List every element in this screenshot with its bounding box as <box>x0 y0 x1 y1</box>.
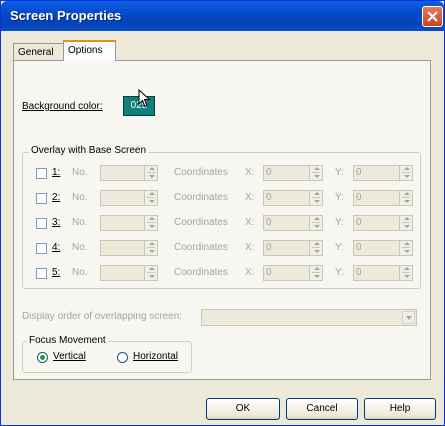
overlay-5-no-label: No. <box>72 267 88 278</box>
overlay-4-coord-label: Coordinates <box>174 242 228 253</box>
overlay-1-y-field[interactable]: 0 <box>353 165 413 181</box>
overlay-1-no-spinner[interactable] <box>144 166 157 180</box>
overlay-5-no-field[interactable] <box>100 265 158 281</box>
overlay-3-x-field[interactable]: 0 <box>263 215 323 231</box>
overlay-5-y-field[interactable]: 0 <box>353 265 413 281</box>
close-icon <box>427 11 438 22</box>
overlay-4-x-label: X: <box>245 242 255 253</box>
overlay-4-y-spinner[interactable] <box>399 241 412 255</box>
overlay-2-no-field[interactable] <box>100 190 158 206</box>
overlay-4-number: 4: <box>52 242 61 253</box>
overlay-3-x-label: X: <box>245 217 255 228</box>
overlay-1-number: 1: <box>52 167 61 178</box>
tab-options[interactable]: Options <box>63 40 116 61</box>
overlay-5-y-label: Y: <box>335 267 344 278</box>
window-title: Screen Properties <box>10 8 122 23</box>
focus-movement-title: Focus Movement <box>27 335 108 346</box>
overlay-3-y-value: 0 <box>356 217 362 228</box>
overlay-3-y-field[interactable]: 0 <box>353 215 413 231</box>
overlay-3-coord-label: Coordinates <box>174 217 228 228</box>
focus-horizontal-label: Horizontal <box>133 351 179 362</box>
overlay-5-x-field[interactable]: 0 <box>263 265 323 281</box>
overlay-1-y-value: 0 <box>356 167 362 178</box>
overlay-2-no-spinner[interactable] <box>144 191 157 205</box>
overlay-1-y-label: Y: <box>335 167 344 178</box>
help-button[interactable]: Help <box>364 398 436 420</box>
overlay-2-y-value: 0 <box>356 192 362 203</box>
overlay-2-x-value: 0 <box>266 192 272 203</box>
focus-horizontal-radio[interactable] <box>117 352 128 363</box>
overlay-1-x-label: X: <box>245 167 255 178</box>
overlay-4-x-spinner[interactable] <box>309 241 322 255</box>
overlay-3-x-spinner[interactable] <box>309 216 322 230</box>
overlay-4-y-label: Y: <box>335 242 344 253</box>
overlay-4-no-field[interactable] <box>100 240 158 256</box>
ok-button[interactable]: OK <box>206 398 280 420</box>
overlay-2-x-spinner[interactable] <box>309 191 322 205</box>
overlay-4-x-value: 0 <box>266 242 272 253</box>
overlay-5-checkbox[interactable] <box>36 268 47 279</box>
overlay-1-y-spinner[interactable] <box>399 166 412 180</box>
focus-vertical-label: Vertical <box>53 351 86 362</box>
overlay-2-y-field[interactable]: 0 <box>353 190 413 206</box>
overlay-2-no-label: No. <box>72 192 88 203</box>
overlay-5-number: 5: <box>52 267 61 278</box>
tab-general[interactable]: General <box>13 43 64 61</box>
overlay-1-x-value: 0 <box>266 167 272 178</box>
display-order-dropdown[interactable] <box>201 309 417 326</box>
overlay-3-y-spinner[interactable] <box>399 216 412 230</box>
overlay-1-checkbox[interactable] <box>36 168 47 179</box>
overlay-1-no-label: No. <box>72 167 88 178</box>
overlay-5-no-spinner[interactable] <box>144 266 157 280</box>
mouse-cursor-icon <box>138 89 151 108</box>
overlay-3-no-spinner[interactable] <box>144 216 157 230</box>
overlay-2-x-label: X: <box>245 192 255 203</box>
overlay-1-x-field[interactable]: 0 <box>263 165 323 181</box>
overlay-5-coord-label: Coordinates <box>174 267 228 278</box>
overlay-group-title: Overlay with Base Screen <box>29 145 149 156</box>
display-order-label: Display order of overlapping screen: <box>22 311 183 322</box>
overlay-2-y-spinner[interactable] <box>399 191 412 205</box>
background-color-label: Background color: <box>22 101 103 112</box>
overlay-2-number: 2: <box>52 192 61 203</box>
overlay-3-no-field[interactable] <box>100 215 158 231</box>
overlay-1-coord-label: Coordinates <box>174 167 228 178</box>
overlay-2-x-field[interactable]: 0 <box>263 190 323 206</box>
overlay-3-no-label: No. <box>72 217 88 228</box>
overlay-5-y-spinner[interactable] <box>399 266 412 280</box>
overlay-4-x-field[interactable]: 0 <box>263 240 323 256</box>
overlay-5-x-value: 0 <box>266 267 272 278</box>
overlay-4-y-field[interactable]: 0 <box>353 240 413 256</box>
overlay-1-x-spinner[interactable] <box>309 166 322 180</box>
overlay-5-x-spinner[interactable] <box>309 266 322 280</box>
overlay-2-coord-label: Coordinates <box>174 192 228 203</box>
overlay-1-no-field[interactable] <box>100 165 158 181</box>
overlay-4-no-label: No. <box>72 242 88 253</box>
overlay-4-checkbox[interactable] <box>36 243 47 254</box>
close-button[interactable] <box>422 6 443 27</box>
overlay-3-y-label: Y: <box>335 217 344 228</box>
overlay-5-y-value: 0 <box>356 267 362 278</box>
overlay-3-checkbox[interactable] <box>36 218 47 229</box>
overlay-4-no-spinner[interactable] <box>144 241 157 255</box>
cancel-button[interactable]: Cancel <box>286 398 358 420</box>
chevron-down-icon[interactable] <box>402 311 415 324</box>
title-bar[interactable]: Screen Properties <box>1 1 444 31</box>
overlay-3-x-value: 0 <box>266 217 272 228</box>
overlay-5-x-label: X: <box>245 267 255 278</box>
focus-vertical-radio[interactable] <box>37 352 48 363</box>
overlay-2-y-label: Y: <box>335 192 344 203</box>
overlay-2-checkbox[interactable] <box>36 193 47 204</box>
overlay-3-number: 3: <box>52 217 61 228</box>
overlay-4-y-value: 0 <box>356 242 362 253</box>
